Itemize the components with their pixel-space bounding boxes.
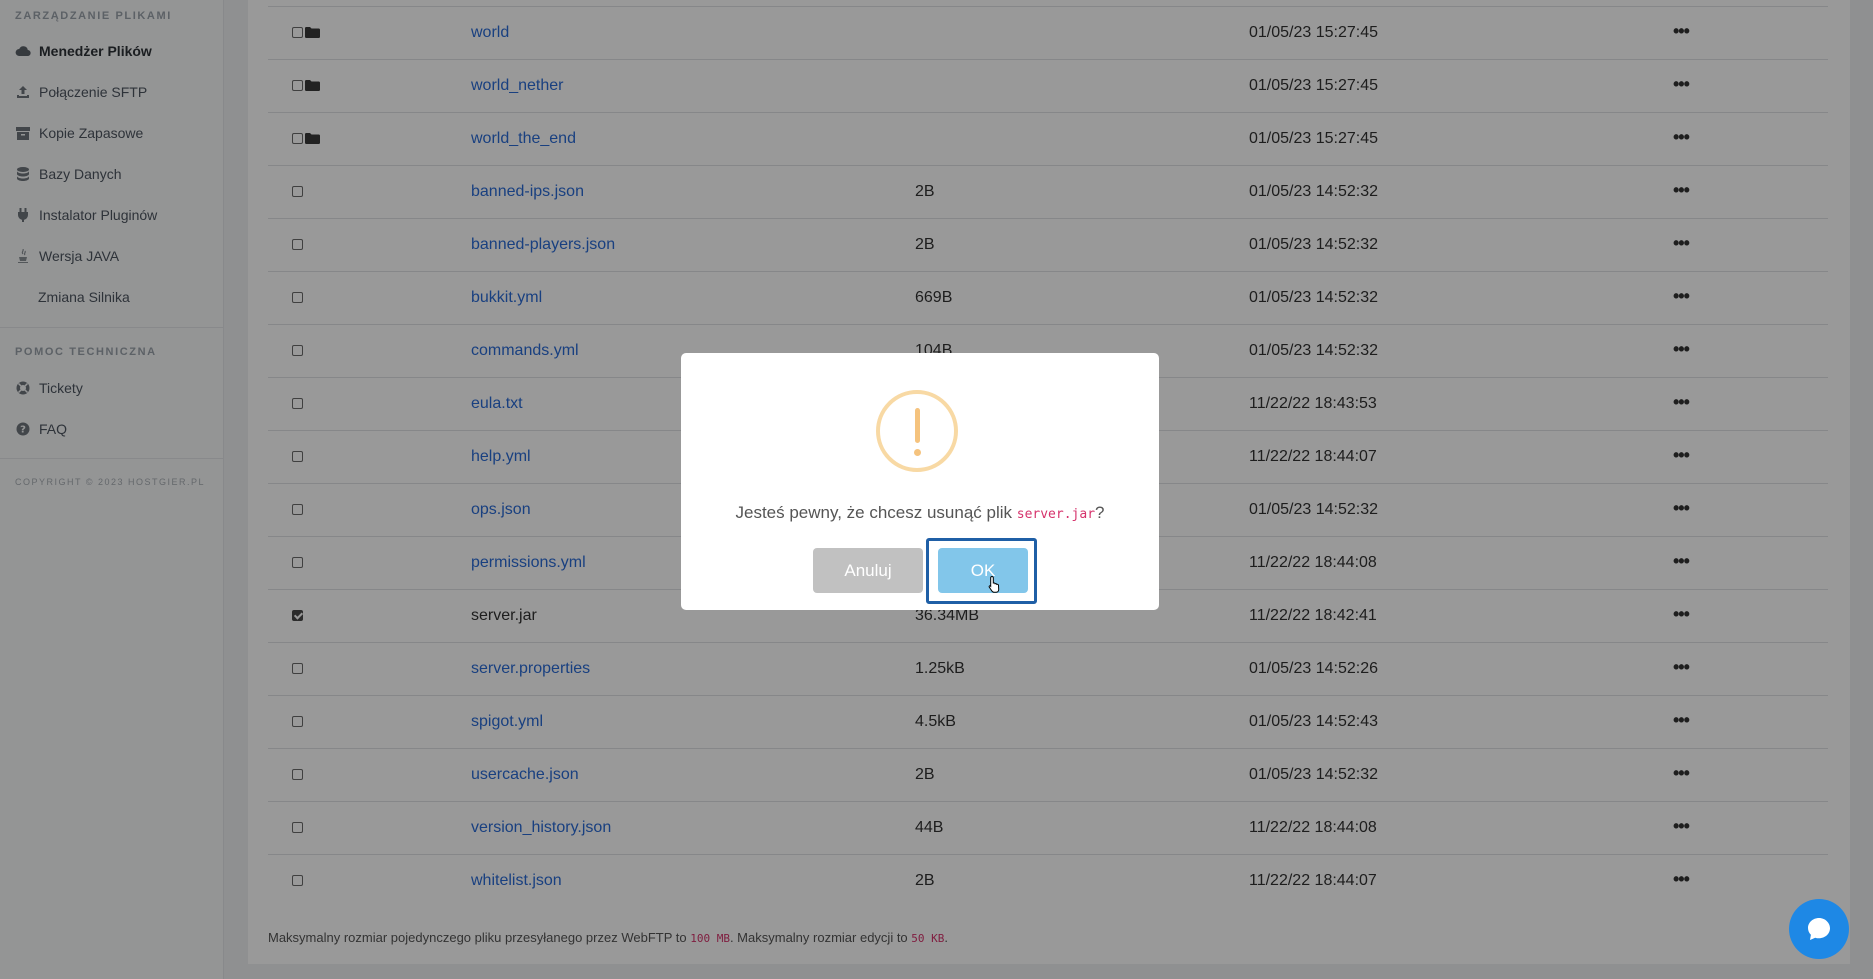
- dialog-message: Jesteś pewny, że chcesz usunąć plik serv…: [681, 503, 1159, 523]
- dialog-message-text: ?: [1095, 503, 1105, 522]
- pointer-cursor-icon: [988, 575, 1000, 593]
- cancel-button[interactable]: Anuluj: [813, 548, 923, 593]
- chat-bubble-icon: [1808, 918, 1830, 940]
- dialog-filename: server.jar: [1016, 507, 1096, 522]
- chat-button[interactable]: [1789, 899, 1849, 959]
- warning-icon: [876, 390, 958, 472]
- delete-confirm-dialog: Jesteś pewny, że chcesz usunąć plik serv…: [681, 353, 1159, 610]
- dialog-message-text: Jesteś pewny, że chcesz usunąć plik: [735, 503, 1017, 522]
- ok-button[interactable]: OK: [938, 548, 1028, 593]
